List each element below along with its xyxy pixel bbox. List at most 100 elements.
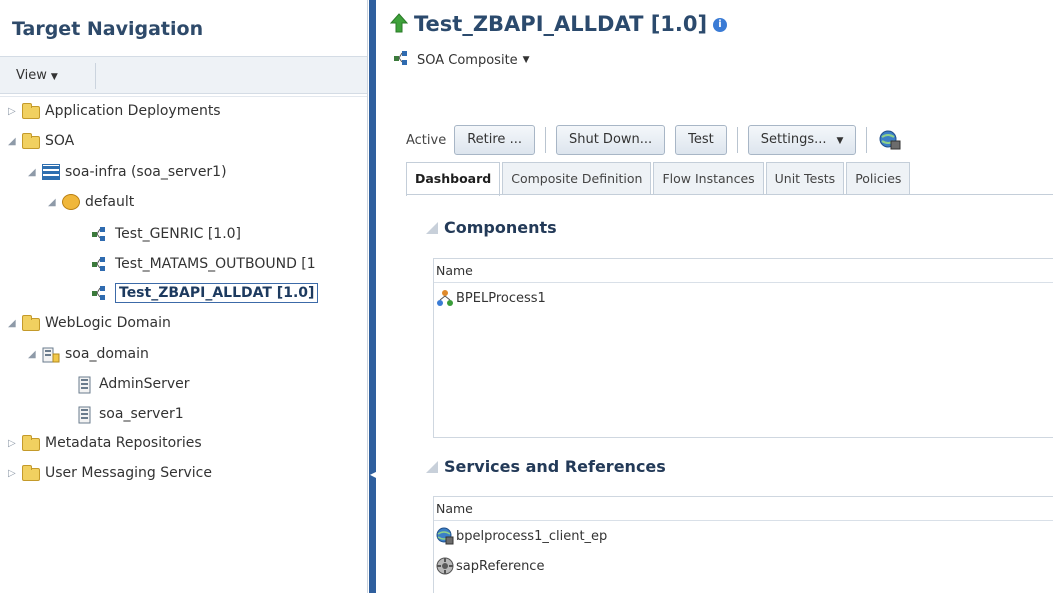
tree-item-weblogic-domain[interactable]: ◢ WebLogic Domain	[8, 309, 171, 337]
tree-item-test-matams-outbound[interactable]: Test_MATAMS_OUTBOUND [1	[92, 250, 316, 278]
tree-item-application-deployments[interactable]: ▷ Application Deployments	[8, 97, 221, 125]
up-arrow-icon[interactable]	[389, 13, 409, 37]
expand-icon[interactable]: ▷	[8, 438, 22, 449]
tree-item-user-messaging-service[interactable]: ▷ User Messaging Service	[8, 459, 212, 487]
table-row[interactable]: sapReference	[434, 551, 1053, 581]
collapse-left-icon[interactable]: ◀	[370, 465, 376, 485]
composite-icon	[92, 256, 110, 272]
service-name[interactable]: bpelprocess1_client_ep	[456, 529, 607, 544]
reference-name[interactable]: sapReference	[456, 559, 544, 574]
toolbar-separator	[544, 127, 546, 153]
tree-item-label: default	[85, 194, 135, 210]
folder-icon	[22, 464, 40, 481]
toolbar-separator	[866, 127, 868, 153]
adapter-reference-icon	[436, 557, 454, 575]
main-content: Test_ZBAPI_ALLDAT [1.0] i SOA Composite …	[376, 0, 1053, 593]
nav-toolbar: View ▼	[0, 56, 367, 94]
composite-icon	[92, 226, 110, 242]
soa-infra-icon	[42, 164, 60, 180]
settings-label: Settings...	[760, 132, 827, 147]
web-service-icon	[436, 527, 454, 545]
retire-button[interactable]: Retire ...	[454, 125, 535, 155]
expand-icon[interactable]: ▷	[8, 468, 22, 479]
tab-dashboard[interactable]: Dashboard	[406, 162, 501, 196]
chevron-down-icon: ▼	[836, 136, 844, 146]
folder-icon	[22, 102, 40, 119]
tab-unit-tests[interactable]: Unit Tests	[765, 162, 845, 194]
tree-item-label: Test_ZBAPI_ALLDAT [1.0]	[115, 283, 319, 303]
tab-policies[interactable]: Policies	[846, 162, 911, 194]
components-table: Name BPELProcess1	[433, 258, 1053, 438]
toolbar-separator	[736, 127, 738, 153]
tree-item-label: Metadata Repositories	[45, 435, 202, 451]
composite-icon	[394, 50, 412, 70]
components-title: Components	[444, 218, 557, 237]
column-header-name[interactable]: Name	[434, 497, 1053, 521]
target-navigation-panel: Target Navigation View ▼ ▷ Application De…	[0, 0, 368, 593]
collapse-icon[interactable]: ◢	[48, 197, 62, 208]
tab-bar: Dashboard Composite Definition Flow Inst…	[406, 162, 912, 196]
tree-item-label: soa_server1	[99, 406, 184, 422]
folder-icon	[22, 434, 40, 451]
collapse-icon[interactable]	[426, 460, 438, 473]
tree-item-soa-infra[interactable]: ◢ soa-infra (soa_server1)	[28, 158, 227, 186]
composite-icon	[92, 285, 110, 301]
collapse-icon[interactable]	[426, 221, 438, 234]
info-icon[interactable]: i	[713, 18, 727, 32]
services-section-header[interactable]: Services and References	[426, 457, 666, 476]
folder-icon	[22, 132, 40, 149]
composite-menu-label: SOA Composite	[417, 52, 518, 68]
collapse-icon[interactable]: ◢	[28, 349, 42, 360]
chevron-down-icon: ▼	[522, 55, 530, 65]
panel-splitter[interactable]	[369, 0, 376, 593]
tree-item-label: Test_MATAMS_OUTBOUND [1	[115, 256, 316, 272]
tree-item-default[interactable]: ◢ default	[48, 188, 134, 216]
bpel-process-icon	[436, 289, 454, 307]
view-menu-label: View	[16, 68, 47, 83]
settings-button[interactable]: Settings... ▼	[747, 125, 857, 155]
services-table: Name bpelprocess1_client_ep sapReference	[433, 496, 1053, 593]
collapse-icon[interactable]: ◢	[8, 136, 22, 147]
domain-icon	[42, 346, 60, 363]
collapse-icon[interactable]: ◢	[28, 167, 42, 178]
tree-item-label: SOA	[45, 133, 75, 149]
page-title: Test_ZBAPI_ALLDAT [1.0]	[414, 12, 708, 36]
view-menu[interactable]: View ▼	[8, 63, 96, 89]
tree-item-metadata-repositories[interactable]: ▷ Metadata Repositories	[8, 429, 202, 457]
tree-item-label: WebLogic Domain	[45, 315, 171, 331]
tree-item-label: soa-infra (soa_server1)	[65, 164, 227, 180]
table-row[interactable]: bpelprocess1_client_ep	[434, 521, 1053, 551]
tab-composite-definition[interactable]: Composite Definition	[502, 162, 652, 194]
tree-item-label: User Messaging Service	[45, 465, 212, 481]
nav-title: Target Navigation	[12, 18, 204, 40]
shutdown-button[interactable]: Shut Down...	[555, 125, 666, 155]
component-name[interactable]: BPELProcess1	[456, 291, 546, 306]
tree-item-test-genric[interactable]: Test_GENRIC [1.0]	[92, 220, 241, 248]
tree-item-test-zbapi-alldat[interactable]: Test_ZBAPI_ALLDAT [1.0]	[92, 279, 319, 307]
tree-item-label: soa_domain	[65, 346, 149, 362]
services-title: Services and References	[444, 457, 666, 476]
chevron-down-icon: ▼	[50, 72, 58, 82]
tree-item-label: Test_GENRIC [1.0]	[115, 226, 242, 242]
expand-icon[interactable]: ▷	[8, 106, 22, 117]
folder-icon	[22, 314, 40, 331]
partition-icon	[62, 194, 80, 210]
navigation-tree: ▷ Application Deployments ◢ SOA ◢ soa-in…	[0, 96, 367, 593]
web-service-icon[interactable]	[879, 129, 901, 151]
table-row[interactable]: BPELProcess1	[434, 283, 1053, 313]
tree-item-label: Application Deployments	[45, 103, 221, 119]
test-button[interactable]: Test	[675, 125, 727, 155]
tab-flow-instances[interactable]: Flow Instances	[653, 162, 764, 194]
server-icon	[76, 376, 94, 394]
soa-composite-menu[interactable]: SOA Composite ▼	[394, 50, 530, 70]
server-icon	[76, 406, 94, 424]
tree-item-soa[interactable]: ◢ SOA	[8, 127, 74, 155]
tree-item-adminserver[interactable]: AdminServer	[76, 370, 190, 398]
column-header-name[interactable]: Name	[434, 259, 1053, 283]
components-section-header[interactable]: Components	[426, 218, 557, 237]
tree-item-soa-domain[interactable]: ◢ soa_domain	[28, 340, 149, 368]
tree-item-soa-server1[interactable]: soa_server1	[76, 400, 184, 428]
collapse-icon[interactable]: ◢	[8, 318, 22, 329]
tree-item-label: AdminServer	[99, 376, 190, 392]
composite-toolbar: Active Retire ... Shut Down... Test Sett…	[406, 122, 901, 158]
